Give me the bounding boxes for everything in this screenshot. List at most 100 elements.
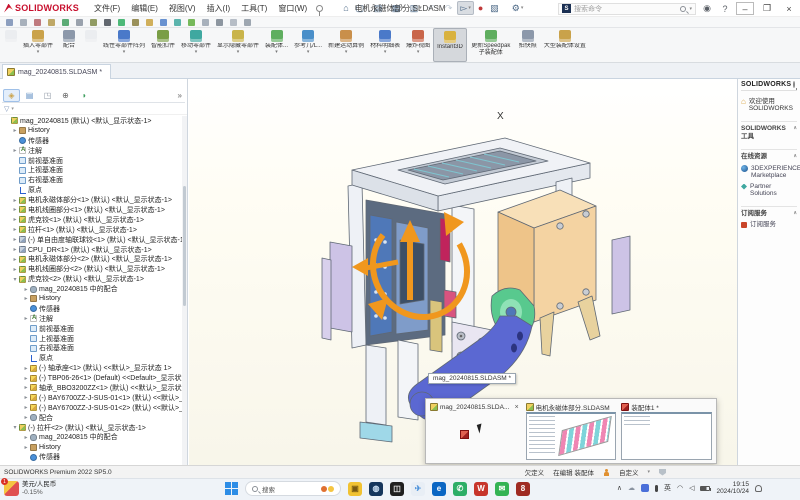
ribbon-button[interactable]: 大型装配体设置 <box>541 28 589 62</box>
collapse-chevron-icon[interactable]: ∧ <box>793 153 797 161</box>
tree-row[interactable]: 原点 <box>0 353 182 363</box>
expand-arrow-icon[interactable]: ▸ <box>22 286 30 293</box>
tag-icon[interactable] <box>659 469 666 476</box>
dev-app-icon[interactable]: ◫ <box>390 482 404 496</box>
search-icon[interactable] <box>680 6 686 12</box>
displaymanager-tab[interactable]: ◑ <box>75 89 92 102</box>
configurationmanager-tab[interactable]: ◳ <box>39 89 56 102</box>
expand-arrow-icon[interactable]: ▸ <box>11 127 19 134</box>
browser-globe-icon[interactable]: ◍ <box>369 482 383 496</box>
tool-edit[interactable] <box>230 19 237 26</box>
section-subscription[interactable]: 订阅服务 ∧ <box>741 206 797 218</box>
mic-icon[interactable] <box>655 485 658 492</box>
notification-bell-icon[interactable] <box>755 485 762 492</box>
tree-row[interactable]: ▸ 电机线圈部分<1> (默认) <默认_显示状态-1> <box>0 205 182 215</box>
display-settings-icon[interactable]: ▧ <box>488 1 502 15</box>
pin-menu-icon[interactable] <box>316 5 323 12</box>
tree-row[interactable]: ▸ History <box>0 126 182 136</box>
tool-rotate[interactable] <box>146 19 153 26</box>
propertymanager-tab[interactable]: ▤ <box>21 89 38 102</box>
customize-dropdown-icon[interactable]: ▾ <box>647 469 650 475</box>
menu-item[interactable]: 文件(F) <box>89 2 125 15</box>
select-icon[interactable]: ▻▾ <box>457 1 473 15</box>
expand-arrow-icon[interactable]: ▸ <box>11 236 19 243</box>
video-app-icon[interactable]: 8 <box>516 482 530 496</box>
tool-hide[interactable] <box>216 19 223 26</box>
taskbar-widget[interactable]: 1 美元/人民币 -0.15% <box>4 481 56 496</box>
expand-arrow-icon[interactable]: ▸ <box>11 246 19 253</box>
expand-arrow-icon[interactable]: ▸ <box>22 315 30 322</box>
expand-arrow-icon[interactable]: ▸ <box>22 365 30 372</box>
home-icon[interactable]: ⌂ <box>341 1 351 15</box>
expand-arrow-icon[interactable]: ▸ <box>11 206 19 213</box>
rebuild-icon[interactable]: ● <box>476 1 486 15</box>
viewport-canvas[interactable]: X mag_20240815.SLDASM * mag_20240815.SLD… <box>189 79 737 465</box>
settings-gear-icon[interactable]: ⚙▾ <box>510 1 526 15</box>
expand-arrow-icon[interactable]: ▸ <box>22 295 30 302</box>
wifi-icon[interactable]: ◠ <box>677 484 683 492</box>
ribbon-button[interactable]: 新建运动算例 ▾ <box>325 28 367 62</box>
link-partner-solutions[interactable]: Partner Solutions <box>741 183 797 197</box>
pin-icon[interactable] <box>793 81 795 88</box>
tree-row[interactable]: 传感器 <box>0 136 182 146</box>
onedrive-icon[interactable]: ☁ <box>628 484 635 492</box>
wechat-icon[interactable]: ✆ <box>453 482 467 496</box>
tree-row[interactable]: ▸ (-) 轴承座<1> (默认) <<默认>_显示状态 1> <box>0 363 182 373</box>
tree-row[interactable]: 右视基准面 <box>0 175 182 185</box>
expand-arrow-icon[interactable]: ▸ <box>22 434 30 441</box>
featuremanager-tab[interactable]: ◈ <box>3 89 20 102</box>
tree-row[interactable]: 上视基准面 <box>0 334 182 344</box>
expand-arrow-icon[interactable]: ▸ <box>22 384 30 391</box>
close-preview-icon[interactable]: × <box>513 404 521 411</box>
filter-dropdown-icon[interactable]: ▾ <box>11 106 14 112</box>
command-search-box[interactable]: S 搜索命令 ▾ <box>558 3 696 15</box>
login-icon[interactable]: ◉ <box>700 3 714 14</box>
tree-row[interactable]: ▸ 注解 <box>0 314 182 324</box>
edge-icon[interactable]: e <box>432 482 446 496</box>
expand-arrow-icon[interactable]: ▸ <box>22 394 30 401</box>
ribbon-button[interactable] <box>2 28 20 62</box>
file-explorer-icon[interactable]: ▣ <box>348 482 362 496</box>
expand-arrow-icon[interactable]: ▸ <box>11 147 19 154</box>
clock[interactable]: 19:15 2024/10/24 <box>716 481 749 495</box>
customize-button[interactable]: 自定义 <box>619 467 639 477</box>
tool-dimension[interactable] <box>34 19 41 26</box>
expand-arrow-icon[interactable]: ▸ <box>22 414 30 421</box>
tree-row[interactable]: 前视基准面 <box>0 156 182 166</box>
tool-appearance[interactable] <box>62 19 69 26</box>
ribbon-button[interactable]: 拍快照 <box>515 28 541 62</box>
tool-massprops[interactable] <box>104 19 111 26</box>
tree-row[interactable]: ▾ (-) 拉杆<2> (默认) <默认_显示状态-1> <box>0 423 182 433</box>
link-3dexperience-marketplace[interactable]: 3DEXPERIENCE Marketplace <box>741 165 797 179</box>
collapse-chevron-icon[interactable]: ∧ <box>793 125 797 140</box>
menu-item[interactable]: 插入(I) <box>202 2 236 15</box>
preview-card-assembly[interactable]: 电机永磁体部分.SLDASM <box>526 402 617 460</box>
tool-viewcube[interactable] <box>174 19 181 26</box>
tool-measure[interactable] <box>90 19 97 26</box>
ribbon-button[interactable]: 装配体... ▾ <box>262 28 291 62</box>
battery-icon[interactable] <box>700 486 710 491</box>
ime-icon[interactable]: 英 <box>664 483 671 493</box>
tool-shaded[interactable] <box>188 19 195 26</box>
expand-arrow-icon[interactable]: ▸ <box>22 375 30 382</box>
ribbon-button[interactable]: 配合 <box>56 28 82 62</box>
tool-wireframe[interactable] <box>202 19 209 26</box>
tree-row[interactable]: 传感器 <box>0 452 182 462</box>
expand-arrow-icon[interactable]: ▾ <box>11 276 19 283</box>
mail-app-icon[interactable]: ✈ <box>411 482 425 496</box>
tree-row[interactable]: ▸ (-) TBP06-26<1> (Default) <<Default>_显… <box>0 373 182 383</box>
ribbon-button[interactable]: 爆炸视图 ▾ <box>403 28 433 62</box>
tree-row[interactable]: ▸ 电机线圈部分<2> (默认) <默认_显示状态-1> <box>0 264 182 274</box>
tree-row[interactable]: ▸ (-) BAY6700ZZ-J-SUS-01<1> (默认) <<默认>_显… <box>0 393 182 403</box>
menu-item[interactable]: 视图(V) <box>164 2 201 15</box>
section-solidworks-tools[interactable]: SOLIDWORKS 工具 ∧ <box>741 121 797 140</box>
expand-arrow-icon[interactable]: ▸ <box>22 404 30 411</box>
ribbon-button[interactable]: 移动零部件 ▾ <box>178 28 214 62</box>
tool-pan[interactable] <box>160 19 167 26</box>
taskbar-search[interactable]: 搜索 <box>245 481 341 496</box>
search-dropdown-icon[interactable]: ▾ <box>689 6 692 12</box>
tool-zoom[interactable] <box>132 19 139 26</box>
tree-scrollbar[interactable] <box>182 116 187 465</box>
volume-icon[interactable]: ◁ <box>689 484 694 492</box>
tree-row[interactable]: ▸ History <box>0 442 182 452</box>
